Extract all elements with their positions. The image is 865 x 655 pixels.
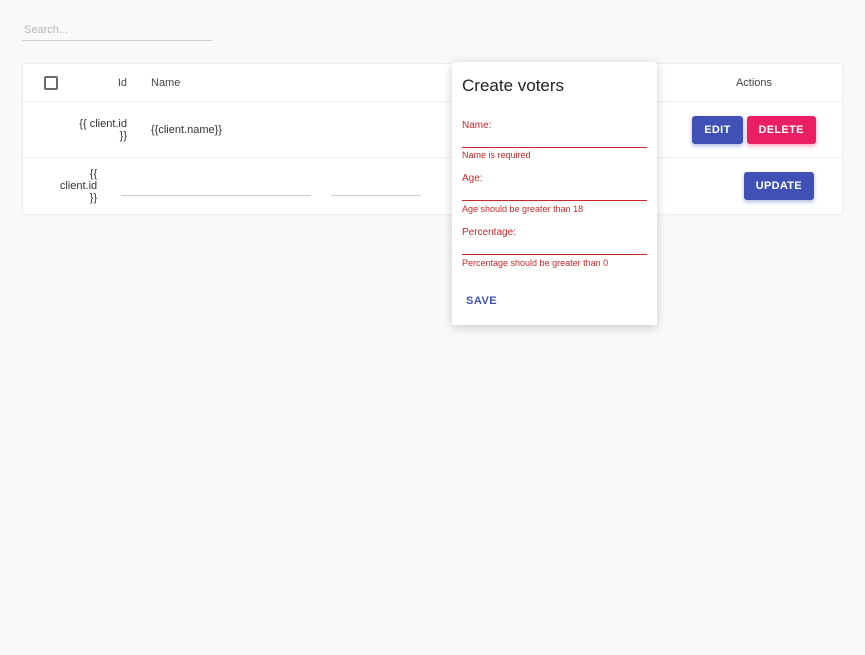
- field-name: Name: Name is required: [462, 120, 647, 161]
- field-name-error: Name is required: [462, 151, 647, 161]
- field-percentage-input[interactable]: [462, 241, 647, 255]
- cell-id: {{ client.id }}: [71, 118, 151, 142]
- edit-name-input[interactable]: [121, 177, 311, 196]
- table-row: {{ client.id }} UPDATE: [23, 158, 842, 214]
- col-header-actions: Actions: [736, 77, 772, 89]
- field-age: Age: Age should be greater than 18: [462, 173, 647, 215]
- field-age-label: Age:: [462, 173, 647, 184]
- col-header-id: Id: [71, 77, 151, 89]
- field-percentage-label: Percentage:: [462, 227, 647, 238]
- col-header-name: Name: [151, 77, 264, 89]
- save-button[interactable]: SAVE: [462, 291, 501, 311]
- update-button[interactable]: UPDATE: [744, 172, 814, 200]
- create-voters-dialog: Create voters Name: Name is required Age…: [452, 62, 657, 325]
- cell-name: {{client.name}}: [151, 124, 264, 136]
- field-percentage-error: Percentage should be greater than 0: [462, 259, 608, 269]
- field-name-label: Name:: [462, 120, 647, 131]
- search-input[interactable]: [22, 20, 212, 41]
- table-header-row: Id Name Percentage Actions: [23, 64, 842, 102]
- delete-button[interactable]: DELETE: [747, 116, 816, 144]
- field-name-input[interactable]: [462, 134, 647, 148]
- select-all-checkbox[interactable]: [44, 76, 58, 90]
- cell-id: {{ client.id }}: [59, 168, 122, 204]
- field-age-error: Age should be greater than 18: [462, 205, 583, 215]
- edit-button[interactable]: EDIT: [692, 116, 742, 144]
- edit-age-input[interactable]: [331, 177, 421, 196]
- dialog-title: Create voters: [462, 76, 647, 96]
- voters-table: Id Name Percentage Actions {{ client.id …: [22, 63, 843, 215]
- table-row: {{ client.id }} {{client.name}} ntage | …: [23, 102, 842, 158]
- field-age-input[interactable]: [462, 187, 647, 201]
- field-percentage: Percentage: Percentage should be greater…: [462, 227, 647, 269]
